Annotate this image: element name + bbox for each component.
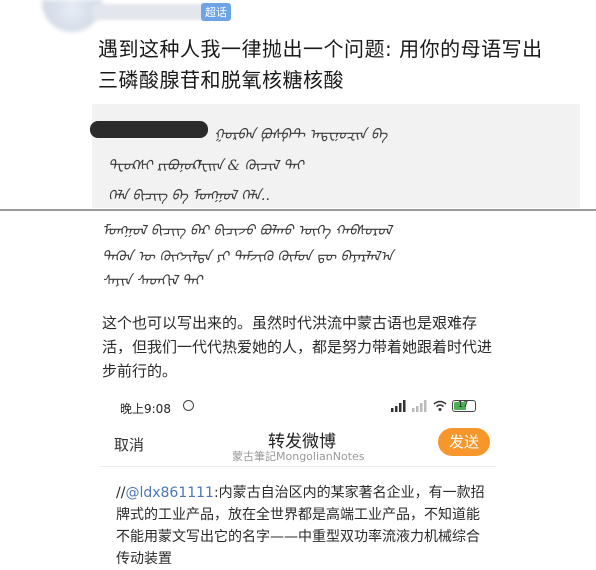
quote-line-2: ᠳᠧᠣᠺᠰᠢ ᠷᠢᠪᠣᠨᠤᠺᠯᠧᠢᠨ & ᠬᠦᠴᠢᠯ ᠲᠠᠢ	[108, 158, 304, 174]
redacted-name	[90, 121, 208, 138]
signal-icon	[391, 400, 406, 412]
quote-line-1: ᠭᠤᠷᠪᠠᠨ ᠹᠤᠰᠹᠠᠲ ᠠᠳᠧᠨᠣᠽᠢᠨ ᠪᠠ	[214, 127, 388, 143]
battery-icon: 17	[452, 400, 476, 412]
quote-line-3: ᠬᠡᠯᠡ ᠪᠢᠴᠢᠭ ᠪᠠ ᠮᠣᠩᠭᠣᠯ ᠬᠡᠯᠡ..	[108, 188, 270, 204]
compose-divider	[100, 466, 496, 467]
status-time: 晚上9:08	[120, 402, 171, 416]
send-button[interactable]: 发送	[438, 428, 490, 456]
compose-subtitle: 蒙古筆記MongolianNotes	[232, 450, 365, 463]
battery-level: 17	[458, 400, 469, 409]
blurred-username[interactable]	[92, 4, 210, 20]
repost-text-area[interactable]: //@ldx861111:内蒙古自治区内的某家著名企业，有一款招牌式的工业产品，…	[116, 482, 488, 570]
alarm-icon	[183, 400, 194, 411]
post-text: 遇到这种人我一律抛出一个问题: 用你的母语写出 三磷酸腺苷和脱氧核糖核酸	[98, 37, 543, 92]
script-line-2: ᠲᠡᠭᠦᠨ ᠦ ᠬᠥᠭᠵᠢᠯᠲᠡ ᠶᠢ ᠳᠡᠮᠵᠢᠬᠦ ᠬᠥᠮᠦᠨ ᠳᠦ ᠪᠠᠶ…	[102, 249, 394, 265]
script-line-3: ᠰᠠᠶᠢᠨ ᠰᠡᠳᠬᠢᠯ ᠲᠡᠢ	[102, 273, 203, 289]
script-line-1: ᠮᠣᠩᠭᠣᠯ ᠪᠢᠴᠢᠭ ᠪᠠᠷ ᠪᠢᠴᠢᠵᠦ ᠪᠣᠯᠬᠤ ᠦᠭᠡ ᠬᠠᠪᠰᠤᠷ…	[102, 223, 392, 239]
caption-text: 这个也可以写出来的。虽然时代洪流中蒙古语也是艰难存活，但我们一代代热爱她的人，都…	[102, 314, 493, 380]
image-divider	[0, 209, 596, 211]
cancel-button[interactable]: 取消	[114, 434, 144, 455]
secondary-signal-icon	[412, 400, 427, 412]
mention-link[interactable]: @ldx861111	[125, 485, 214, 501]
user-badge: 超话	[201, 3, 231, 21]
wifi-icon	[433, 400, 447, 411]
